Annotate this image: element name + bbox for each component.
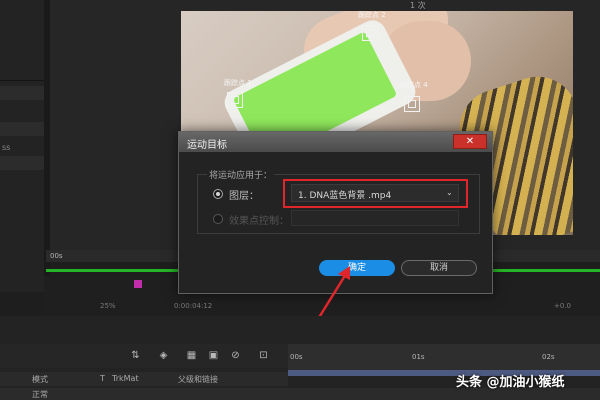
time-mark-1: 01s [412, 353, 425, 361]
tracker-label-3: 跟踪点 4 [400, 81, 428, 89]
panel-row[interactable] [0, 156, 44, 170]
parent-link-header[interactable]: 父级和链接 [178, 374, 218, 385]
color-swatch [134, 280, 142, 288]
exposure-value[interactable]: +0.0 [554, 302, 571, 310]
tracker-point-3[interactable] [404, 96, 420, 112]
ruler-time: 00s [50, 252, 63, 260]
t-header[interactable]: T [100, 374, 105, 383]
project-panel: ss [0, 0, 44, 292]
shy-layers-icon[interactable]: ⇅ [130, 350, 141, 361]
graph-editor-icon[interactable]: ⊘ [230, 350, 241, 361]
tracker-point-2[interactable] [362, 25, 378, 41]
panel-row[interactable] [0, 86, 44, 100]
time-mark-0: 00s [290, 353, 303, 361]
tracker-label-2: 跟踪点 2 [358, 11, 386, 19]
annotation-highlight-box [283, 179, 468, 208]
group-label: 将运动应用于： [207, 168, 275, 181]
tracker-label-1: 跟踪点 1 [224, 79, 252, 87]
effect-control-select [291, 210, 459, 226]
comp-flowchart-icon[interactable]: ⊡ [258, 350, 269, 361]
motion-blur-icon[interactable]: ▣ [208, 350, 219, 361]
layer-radio[interactable] [213, 189, 223, 199]
frame-blending-icon[interactable]: ▦ [186, 350, 197, 361]
timecode[interactable]: 0:00:04:12 [174, 302, 212, 310]
mode-header[interactable]: 模式 [32, 374, 48, 385]
effect-control-radio[interactable] [213, 214, 223, 224]
timeline-column-headers: 模式 T TrkMat 父级和链接 [0, 372, 288, 386]
panel-row[interactable] [0, 122, 44, 136]
layer-option-label: 图层： [229, 191, 259, 202]
watermark-text: 头条 @加油小猴纸 [456, 375, 565, 390]
panel-label: ss [2, 143, 11, 152]
tracker-point-1[interactable] [227, 92, 243, 108]
timeline-time-ruler[interactable]: 00s 01s 02s [288, 344, 600, 370]
viewer-top-text: 1 次 [410, 1, 426, 10]
close-button[interactable]: ✕ [453, 134, 487, 149]
dialog-title: 运动目标 [187, 140, 227, 151]
zoom-level[interactable]: 25% [100, 302, 116, 310]
time-mark-2: 02s [542, 353, 555, 361]
panel-divider [0, 80, 44, 81]
cancel-button[interactable]: 取消 [401, 260, 477, 276]
mode-value[interactable]: 正常 [32, 389, 48, 400]
draft-3d-icon[interactable]: ◈ [158, 350, 169, 361]
effect-control-label: 效果点控制： [229, 216, 289, 227]
trkmat-header[interactable]: TrkMat [112, 374, 139, 383]
